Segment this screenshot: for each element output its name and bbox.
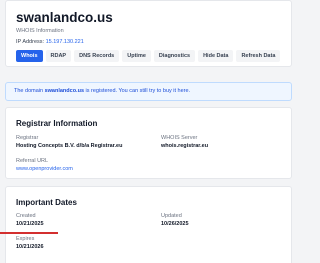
registrar-label: Registrar [16,135,39,141]
referral-url-label: Referral URL [16,158,49,164]
registration-notice: The domain swanlandco.us is registered. … [5,82,292,101]
ip-address-row: IP Address: 15.197.130.221 [16,39,84,45]
notice-domain: swanlandco.us [44,88,85,94]
referral-url-link[interactable]: www.openprovider.com [16,166,73,172]
registrar-value: Hosting Concepts B.V. d/b/a Registrar.eu [16,143,123,149]
domain-title: swanlandco.us [16,10,113,25]
tab-rdap[interactable]: RDAP [45,50,72,62]
hide-data-button[interactable]: Hide Data [198,50,234,62]
tab-uptime[interactable]: Uptime [122,50,151,62]
created-value: 10/21/2025 [16,221,44,227]
notice-suffix[interactable]: is registered. You can still try to buy … [84,88,191,94]
updated-label: Updated [161,213,182,219]
domain-header-card: swanlandco.us WHOIS Information IP Addre… [5,0,292,67]
expires-value: 10/21/2026 [16,244,44,250]
important-dates-card: Important Dates Created 10/21/2025 Updat… [5,186,292,263]
ip-address-label: IP Address: [16,39,45,45]
whois-server-label: WHOIS Server [161,135,198,141]
expires-label: Expires [16,236,35,242]
tab-whois[interactable]: Whois [16,50,43,62]
tab-bar: Whois RDAP DNS Records Uptime Diagnostic… [16,50,281,62]
whois-server-value: whois.registrar.eu [161,143,209,149]
updated-value: 10/26/2025 [161,221,189,227]
created-label: Created [16,213,36,219]
ip-address-link[interactable]: 15.197.130.221 [46,39,84,45]
tab-dns-records[interactable]: DNS Records [74,50,120,62]
tab-diagnostics[interactable]: Diagnostics [153,50,196,62]
registrar-info-card: Registrar Information Registrar Hosting … [5,107,292,179]
dates-section-title: Important Dates [16,198,77,207]
refresh-data-button[interactable]: Refresh Data [236,50,281,62]
registrar-section-title: Registrar Information [16,119,98,128]
whois-subtitle: WHOIS Information [16,28,64,34]
red-underline-mark [0,232,58,234]
notice-prefix: The domain [14,88,45,94]
